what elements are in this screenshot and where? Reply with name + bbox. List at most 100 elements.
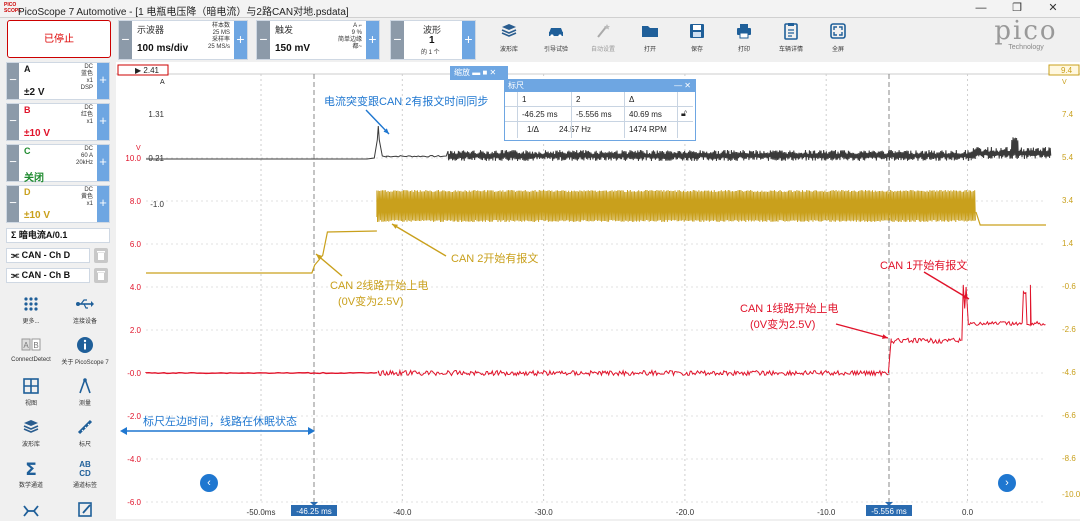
right-scale-label: -4.6 [1062,368,1076,377]
svg-text:A: A [23,341,29,350]
toolbar-button-printer[interactable]: 打印 [721,20,767,58]
channel-range-decrease-button[interactable]: − [7,186,19,222]
side-button-decode[interactable] [4,499,58,521]
channel-b-trace-active [961,284,1046,341]
decoder-item[interactable]: ⫘ CAN - Ch D [6,248,90,263]
trigger-value[interactable]: 150 mV [275,43,310,54]
side-button-info[interactable]: 关于 PicoScope 7 [58,335,112,366]
ruler-cursor-2-label: -5.556 ms [871,507,907,516]
channel-a-control[interactable]: − A DC 蓝色 x1 DSP ±2 V + [6,62,110,100]
channel-range-decrease-button[interactable]: − [7,104,19,140]
scroll-left-button[interactable]: ‹ [200,474,218,492]
run-stop-button[interactable]: 已停止 [7,20,111,58]
save-icon [690,24,704,38]
channel-range-value[interactable]: 关闭 [24,169,44,184]
close-button[interactable]: ✕ [1040,1,1066,16]
compass-icon [79,378,91,394]
trigger-decrease-button[interactable]: − [257,21,270,59]
side-button-grid-dots[interactable]: 更多... [4,294,58,325]
trigger-label: 触发 [275,25,294,35]
waveform-value[interactable]: 1 [429,35,435,46]
decoder-item[interactable]: ⫘ CAN - Ch B [6,268,90,283]
toolbar-button-label: 引导试验 [543,47,568,53]
b-scale-label: 6.0 [130,240,142,249]
timebase-decrease-button[interactable]: − [119,21,132,59]
channel-range-increase-button[interactable]: + [97,104,109,140]
scope-view[interactable]: ▶ 2.41 A 9.4 V 10.0 8.0 6.0 4.0 2.0 -0.0 -2.0 -4.0 -… [116,62,1080,519]
right-marker-unit: V [1062,79,1067,86]
lock-icon[interactable]: 🔓︎ [681,108,687,119]
side-button-ab[interactable]: A B ConnectDetect [4,335,58,363]
math-channel-item[interactable]: Σ 暗电流A/0.1 [6,228,110,243]
side-button-abcd[interactable]: AB CD 通道标签 [58,458,112,489]
sigma-icon: Σ [11,230,17,240]
toolbar-button-stack[interactable]: 波形库 [486,20,532,58]
channel-c-control[interactable]: − C DC 60 A 20kHz 关闭 + [6,144,110,184]
x-tick-label: -20.0 [676,508,695,517]
toolbar-button-clipboard[interactable]: 车辆详情 [768,20,814,58]
toolbar-button-label: 车辆详情 [778,47,803,53]
annotation-can2-power: CAN 2线路开始上电 [330,280,429,292]
note-icon [78,502,92,517]
channel-range-decrease-button[interactable]: − [7,145,19,181]
side-button-sigma[interactable]: Σ 数学通道 [4,458,58,489]
ruler-close-icon[interactable]: — ✕ [674,80,691,92]
channel-range-value[interactable]: ±10 V [24,210,50,221]
minimize-button[interactable]: — [968,1,994,16]
a-scale-label: 1.31 [148,110,164,119]
toolbar-button-label: 打印 [737,47,750,53]
toolbar-button-folder[interactable]: 打开 [627,20,673,58]
delete-decoder-button[interactable] [94,268,108,283]
channel-range-value[interactable]: ±2 V [24,87,45,98]
b-scale-label: 4.0 [130,283,142,292]
trash-icon [97,251,105,260]
ruler-rpm-value: 1474 RPM [629,125,667,134]
timebase-value[interactable]: 100 ms/div [137,43,188,54]
toolbar-button-wand[interactable]: 自动设置 [580,20,626,58]
toolbar-button-car[interactable]: 引导试验 [533,20,579,58]
waveform-prev-button[interactable]: − [391,21,404,59]
side-button-usb[interactable]: 连接设备 [58,294,112,325]
annotation-can2-start: CAN 2开始有报文 [451,253,539,265]
waveform-next-button[interactable]: + [462,21,475,59]
grid-dots-icon [24,297,38,311]
toolbar-button-save[interactable]: 保存 [674,20,720,58]
side-button-stack[interactable]: 波形库 [4,417,58,448]
channel-range-value[interactable]: ±10 V [24,128,50,139]
wand-icon [597,24,610,38]
maximize-button[interactable]: ❐ [1004,1,1030,16]
annotation-can2-power-sub: (0V变为2.5V) [338,296,404,308]
side-button-note[interactable] [58,499,112,521]
toolbar-button-fullscreen[interactable]: 全屏 [815,20,861,58]
ruler-panel: 标尺 — ✕ 1 2 Δ -46.25 ms -5.556 ms 40.69 m… [504,79,696,141]
delete-decoder-button[interactable] [94,248,108,263]
right-scale-label: -2.6 [1062,325,1076,334]
trash-icon [97,271,105,280]
zoom-panel[interactable]: 缩放 ▬ ■ ✕ [450,66,508,80]
b-scale-label: -4.0 [127,455,141,464]
ruler-table: 1 2 Δ -46.25 ms -5.556 ms 40.69 ms 1/Δ 2… [505,92,695,140]
channel-range-increase-button[interactable]: + [97,145,109,181]
channel-range-decrease-button[interactable]: − [7,63,19,99]
ruler-panel-header[interactable]: 标尺 — ✕ [505,80,695,92]
channel-d-control[interactable]: − D DC 黄色 x1 ±10 V + [6,185,110,223]
sample-info: 样本数 25 MS 采样率 25 MS/s [207,23,230,50]
channel-b-trace-powered [887,337,962,374]
trigger-control: − 触发 150 mV A ⌐ 9 % 简单边缘 都~ + [256,20,380,60]
side-button-compass[interactable]: 测量 [58,376,112,407]
channel-b-control[interactable]: − B DC 红色 x1 ±10 V + [6,103,110,141]
window-title: PicoScope 7 Automotive - [1 电瓶电压降（暗电流）与2… [18,7,349,18]
annotation-arrow-can1-power [835,323,889,339]
channel-info: DC 60 A 20kHz [75,146,93,166]
channel-range-increase-button[interactable]: + [97,63,109,99]
side-button-ruler[interactable]: 标尺 [58,417,112,448]
channel-info: DC 黄色 x1 [80,187,93,207]
b-scale-label: -6.0 [127,498,141,507]
timebase-increase-button[interactable]: + [234,21,247,59]
side-button-label: 标尺 [78,442,91,448]
timebase-control: − 示波器 100 ms/div 样本数 25 MS 采样率 25 MS/s + [118,20,248,60]
scroll-right-button[interactable]: › [998,474,1016,492]
side-button-view-grid[interactable]: 视图 [4,376,58,407]
channel-range-increase-button[interactable]: + [97,186,109,222]
trigger-increase-button[interactable]: + [366,21,379,59]
